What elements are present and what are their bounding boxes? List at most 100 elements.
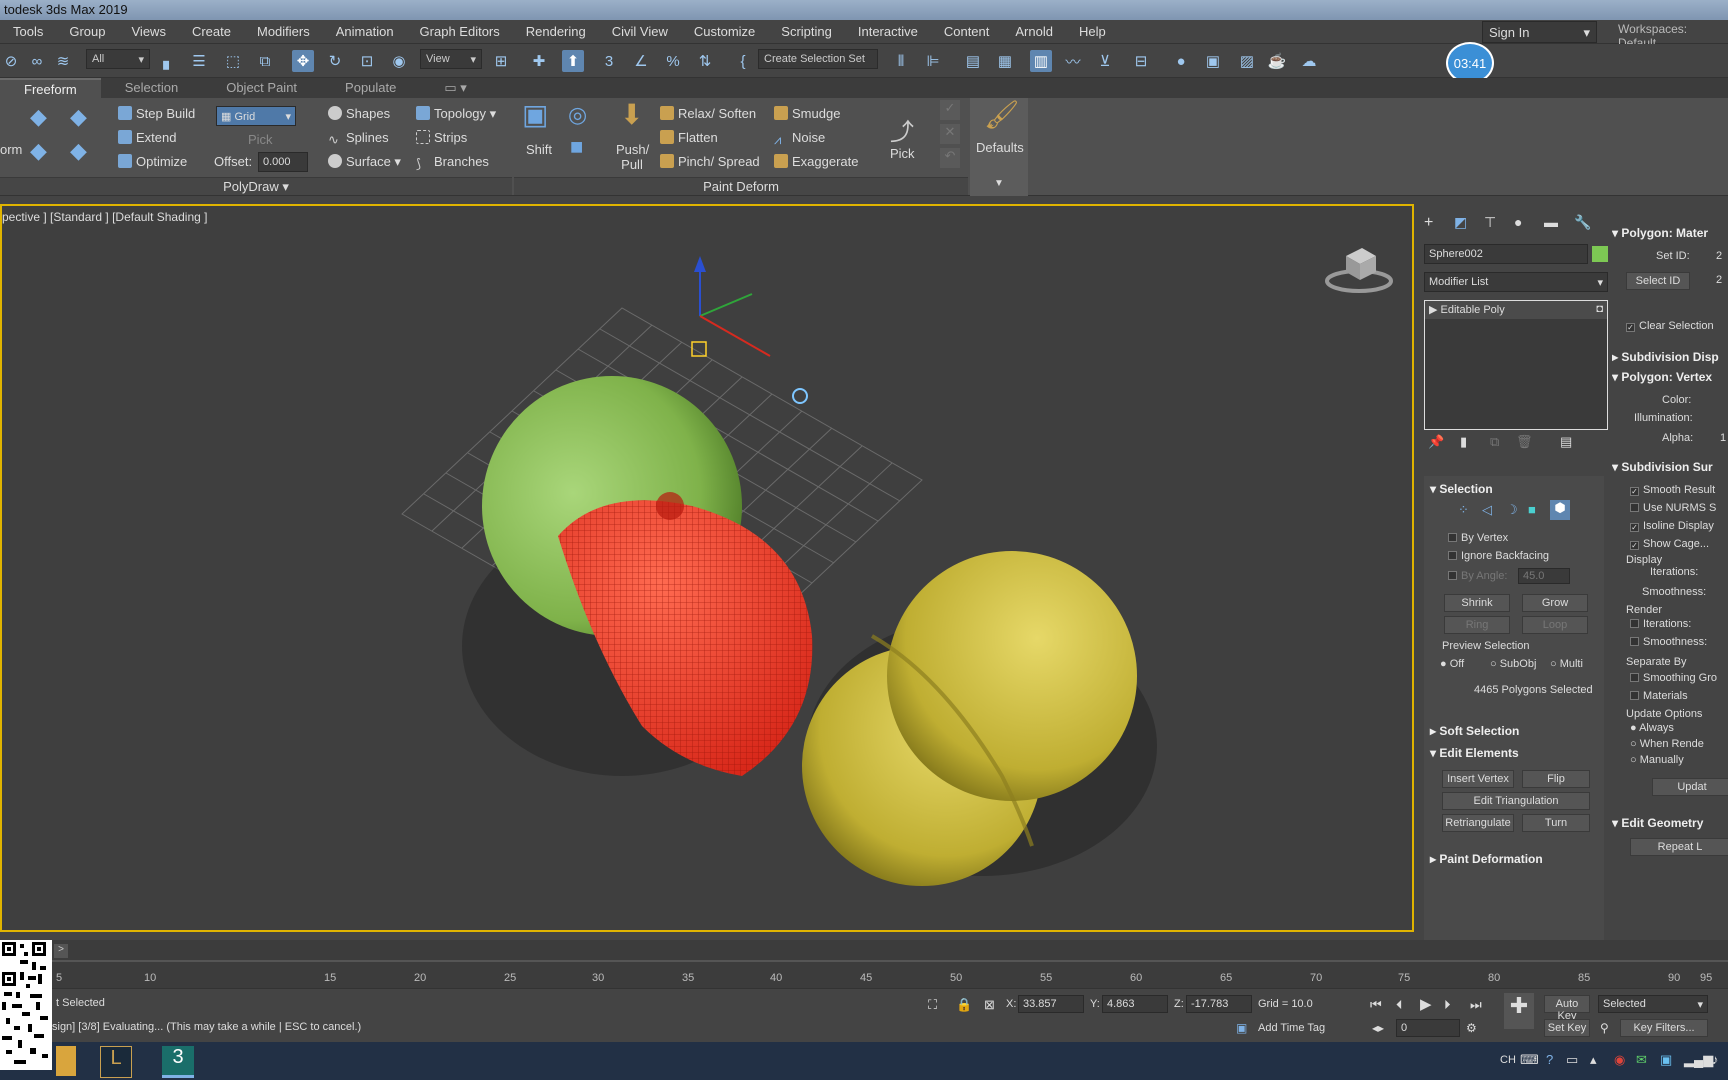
spinner-snap-icon[interactable]: ⇅ [694, 50, 716, 72]
pick-button[interactable]: Pick [890, 146, 915, 161]
select-manipulate-icon[interactable]: ✚ [528, 50, 550, 72]
menu-views[interactable]: Views [119, 24, 179, 39]
go-to-start-icon[interactable]: ⏮ [1370, 997, 1382, 1013]
display-icon[interactable]: ▭ [1566, 1052, 1578, 1068]
shrink-button[interactable]: Shrink [1444, 594, 1510, 612]
timeline[interactable]: 5 10 15 20 25 30 35 40 45 50 55 60 65 70… [0, 940, 1728, 988]
move-icon[interactable]: ✥ [292, 50, 314, 72]
time-tag-icon[interactable]: ▣ [1236, 1021, 1247, 1035]
strips-button[interactable]: Strips [416, 130, 467, 145]
border-mode-icon[interactable]: ☽ [1506, 502, 1518, 518]
lock-selection-icon[interactable]: 🔒 [956, 997, 972, 1013]
motion-tab-icon[interactable]: ● [1514, 214, 1522, 230]
select-id-button[interactable]: Select ID [1626, 272, 1690, 290]
grow-button[interactable]: Grow [1522, 594, 1588, 612]
schematic-view-icon[interactable]: ⊟ [1130, 50, 1152, 72]
modifier-stack[interactable]: ▶ Editable Poly ◘ [1424, 300, 1608, 430]
material-editor-icon[interactable]: ● [1170, 50, 1192, 72]
snaps-toggle-icon[interactable]: 3 [598, 50, 620, 72]
layer-explorer-icon[interactable]: ▦ [994, 50, 1016, 72]
link-icon[interactable]: ∞ [26, 50, 48, 72]
x-coordinate-field[interactable]: 33.857 [1018, 995, 1084, 1013]
select-id-value[interactable]: 2 [1716, 274, 1722, 286]
time-slider-next-icon[interactable]: > [54, 944, 68, 958]
ribbon-options-icon[interactable]: ▭ ▾ [420, 78, 490, 98]
menu-group[interactable]: Group [56, 24, 118, 39]
angle-snap-icon[interactable]: ∠ [630, 50, 652, 72]
when-rendering-radio[interactable]: ○ When Rende [1630, 738, 1704, 750]
polygon-material-ids-header[interactable]: ▾ Polygon: Mater [1612, 226, 1708, 240]
key-mode-icon[interactable]: ◂▸ [1372, 1021, 1384, 1035]
push-pull-label[interactable]: Push/ Pull [616, 142, 649, 172]
z-coordinate-field[interactable]: -17.783 [1186, 995, 1252, 1013]
menu-animation[interactable]: Animation [323, 24, 407, 39]
absolute-mode-icon[interactable]: ⊠ [984, 997, 995, 1013]
show-end-result-icon[interactable]: ▮ [1460, 434, 1467, 450]
render-setup-icon[interactable]: ▣ [1202, 50, 1224, 72]
make-unique-icon[interactable]: ⧉ [1490, 434, 1499, 450]
drag-tool-icon[interactable]: ◆ [70, 104, 87, 130]
paint-deformation-rollout-header[interactable]: ▸ Paint Deformation [1430, 852, 1543, 866]
confirm-icon[interactable]: ✓ [940, 100, 960, 120]
polydraw-panel-label[interactable]: PolyDraw ▾ [0, 177, 512, 195]
smoothing-groups-checkbox[interactable]: Smoothing Gro [1630, 672, 1717, 684]
insert-vertex-button[interactable]: Insert Vertex [1442, 770, 1514, 788]
file-explorer-icon[interactable] [56, 1046, 76, 1076]
object-name-field[interactable]: Sphere002 [1424, 244, 1588, 264]
relax-soften-button[interactable]: Relax/ Soften [660, 106, 756, 121]
rotate-icon[interactable]: ↻ [324, 50, 346, 72]
edit-triangulation-button[interactable]: Edit Triangulation [1442, 792, 1590, 810]
show-cage-checkbox[interactable]: ✓ Show Cage... [1630, 538, 1709, 550]
keyboard-shortcut-override-icon[interactable]: ⬆ [562, 50, 584, 72]
materials-checkbox[interactable]: Materials [1630, 690, 1688, 702]
menu-arnold[interactable]: Arnold [1002, 24, 1066, 39]
sign-in-button[interactable]: Sign In ▾ [1482, 21, 1597, 43]
menu-interactive[interactable]: Interactive [845, 24, 931, 39]
subdivision-surface-header[interactable]: ▾ Subdivision Sur [1612, 460, 1713, 474]
utilities-tab-icon[interactable]: 🔧 [1574, 214, 1591, 231]
tab-object-paint[interactable]: Object Paint [202, 78, 321, 98]
keyboard-icon[interactable]: ⌨ [1520, 1052, 1539, 1068]
menu-modifiers[interactable]: Modifiers [244, 24, 323, 39]
undo-icon[interactable]: ↶ [940, 148, 960, 168]
key-filters-icon[interactable]: ⚲ [1600, 1021, 1609, 1035]
add-time-tag-button[interactable]: Add Time Tag [1258, 1022, 1325, 1034]
pin-stack-icon[interactable]: 📌 [1428, 434, 1444, 450]
display-tab-icon[interactable]: ▬ [1544, 214, 1558, 230]
place-icon[interactable]: ◉ [388, 50, 410, 72]
menu-tools[interactable]: Tools [0, 24, 56, 39]
auto-key-button[interactable]: Auto Key [1544, 995, 1590, 1022]
y-coordinate-field[interactable]: 4.863 [1102, 995, 1168, 1013]
branches-button[interactable]: ⟆ Branches [416, 154, 489, 171]
play-icon[interactable]: ▶ [1420, 995, 1432, 1013]
ignore-backfacing-checkbox[interactable]: Ignore Backfacing [1448, 550, 1549, 562]
tab-freeform[interactable]: Freeform [0, 78, 101, 98]
time-config-icon[interactable]: ⚙ [1466, 1021, 1477, 1035]
soft-selection-rollout-header[interactable]: ▸ Soft Selection [1430, 724, 1519, 738]
exaggerate-button[interactable]: Exaggerate [774, 154, 859, 169]
viewcube[interactable] [1324, 236, 1394, 296]
grid-dropdown[interactable]: ▦ Grid ▾ [216, 106, 296, 126]
smooth-result-checkbox[interactable]: ✓ Smooth Result [1630, 484, 1715, 496]
modifier-list-dropdown[interactable]: Modifier List ▾ [1424, 272, 1608, 292]
flip-button[interactable]: Flip [1522, 770, 1590, 788]
menu-create[interactable]: Create [179, 24, 244, 39]
reference-coordinate-dropdown[interactable]: View ▾ [420, 49, 482, 69]
always-radio[interactable]: ● Always [1630, 722, 1674, 734]
shapes-button[interactable]: Shapes [328, 106, 390, 121]
ime-indicator[interactable]: CH [1500, 1054, 1516, 1066]
previous-frame-icon[interactable]: ⏴ [1396, 997, 1403, 1013]
netease-icon[interactable]: ◉ [1614, 1052, 1625, 1068]
object-color-swatch[interactable] [1592, 246, 1608, 262]
preview-multi-radio[interactable]: ○ Multi [1550, 658, 1583, 670]
by-vertex-checkbox[interactable]: By Vertex [1448, 532, 1508, 544]
step-build-button[interactable]: Step Build [118, 106, 195, 121]
shift-tool-icon[interactable]: ▣ [522, 98, 548, 131]
percent-snap-icon[interactable]: % [662, 50, 684, 72]
bind-space-warp-icon[interactable]: ≋ [52, 50, 74, 72]
volume-icon[interactable]: ♪ [1712, 1052, 1719, 1067]
configure-modifier-sets-icon[interactable]: ▤ [1560, 434, 1572, 450]
unlink-icon[interactable]: ⊘ [0, 50, 22, 72]
loop-button[interactable]: Loop [1522, 616, 1588, 634]
defaults-button[interactable]: Defaults [976, 140, 1024, 155]
